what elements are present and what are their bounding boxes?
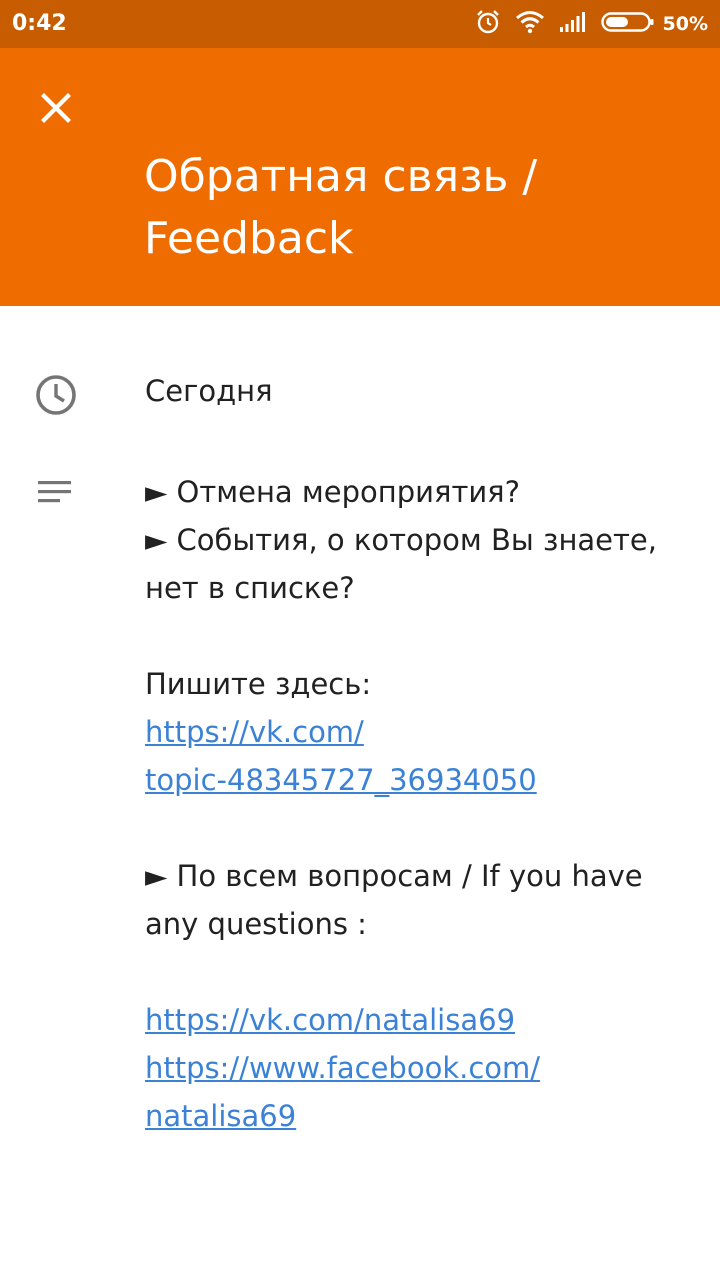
battery-percent: 50% [662,13,708,35]
desc-line: ► Отмена мероприятия? [145,475,521,509]
desc-line: ► События, о котором Вы знаете, [145,523,657,557]
close-icon [41,93,71,123]
vk-topic-link[interactable]: https://vk.com/ [145,708,685,756]
page-title: Обратная связь / Feedback [144,146,684,270]
app-bar: Обратная связь / Feedback [0,48,720,306]
title-line-1: Обратная связь / [144,151,538,202]
close-button[interactable] [28,80,84,136]
status-icons: 50% [475,9,708,40]
desc-line: any questions : [145,907,367,941]
notes-icon [34,478,74,511]
desc-line: нет в списке? [145,571,355,605]
vk-topic-link-continued[interactable]: topic-48345727_36934050 [145,756,685,804]
facebook-link-part-1: https://www.facebook.com/ [145,1051,541,1085]
vk-topic-link-part-2: topic-48345727_36934050 [145,763,537,797]
facebook-link-continued[interactable]: natalisa69 [145,1092,685,1140]
battery-icon [600,11,655,38]
signal-icon [559,11,587,38]
title-line-2: Feedback [144,213,354,264]
clock-icon [34,373,78,422]
wifi-icon [515,10,545,39]
alarm-icon [475,9,501,40]
facebook-link[interactable]: https://www.facebook.com/ [145,1044,685,1092]
event-description: ► Отмена мероприятия? ► События, о котор… [145,468,685,1140]
facebook-link-part-2: natalisa69 [145,1099,297,1133]
vk-topic-link-part-1: https://vk.com/ [145,715,364,749]
desc-line: ► По всем вопросам / If you have [145,859,643,893]
status-time: 0:42 [12,11,67,36]
desc-line: Пишите здесь: [145,667,372,701]
event-date: Сегодня [145,374,273,408]
status-bar: 0:42 50% [0,0,720,48]
vk-profile-link[interactable]: https://vk.com/natalisa69 [145,996,685,1044]
